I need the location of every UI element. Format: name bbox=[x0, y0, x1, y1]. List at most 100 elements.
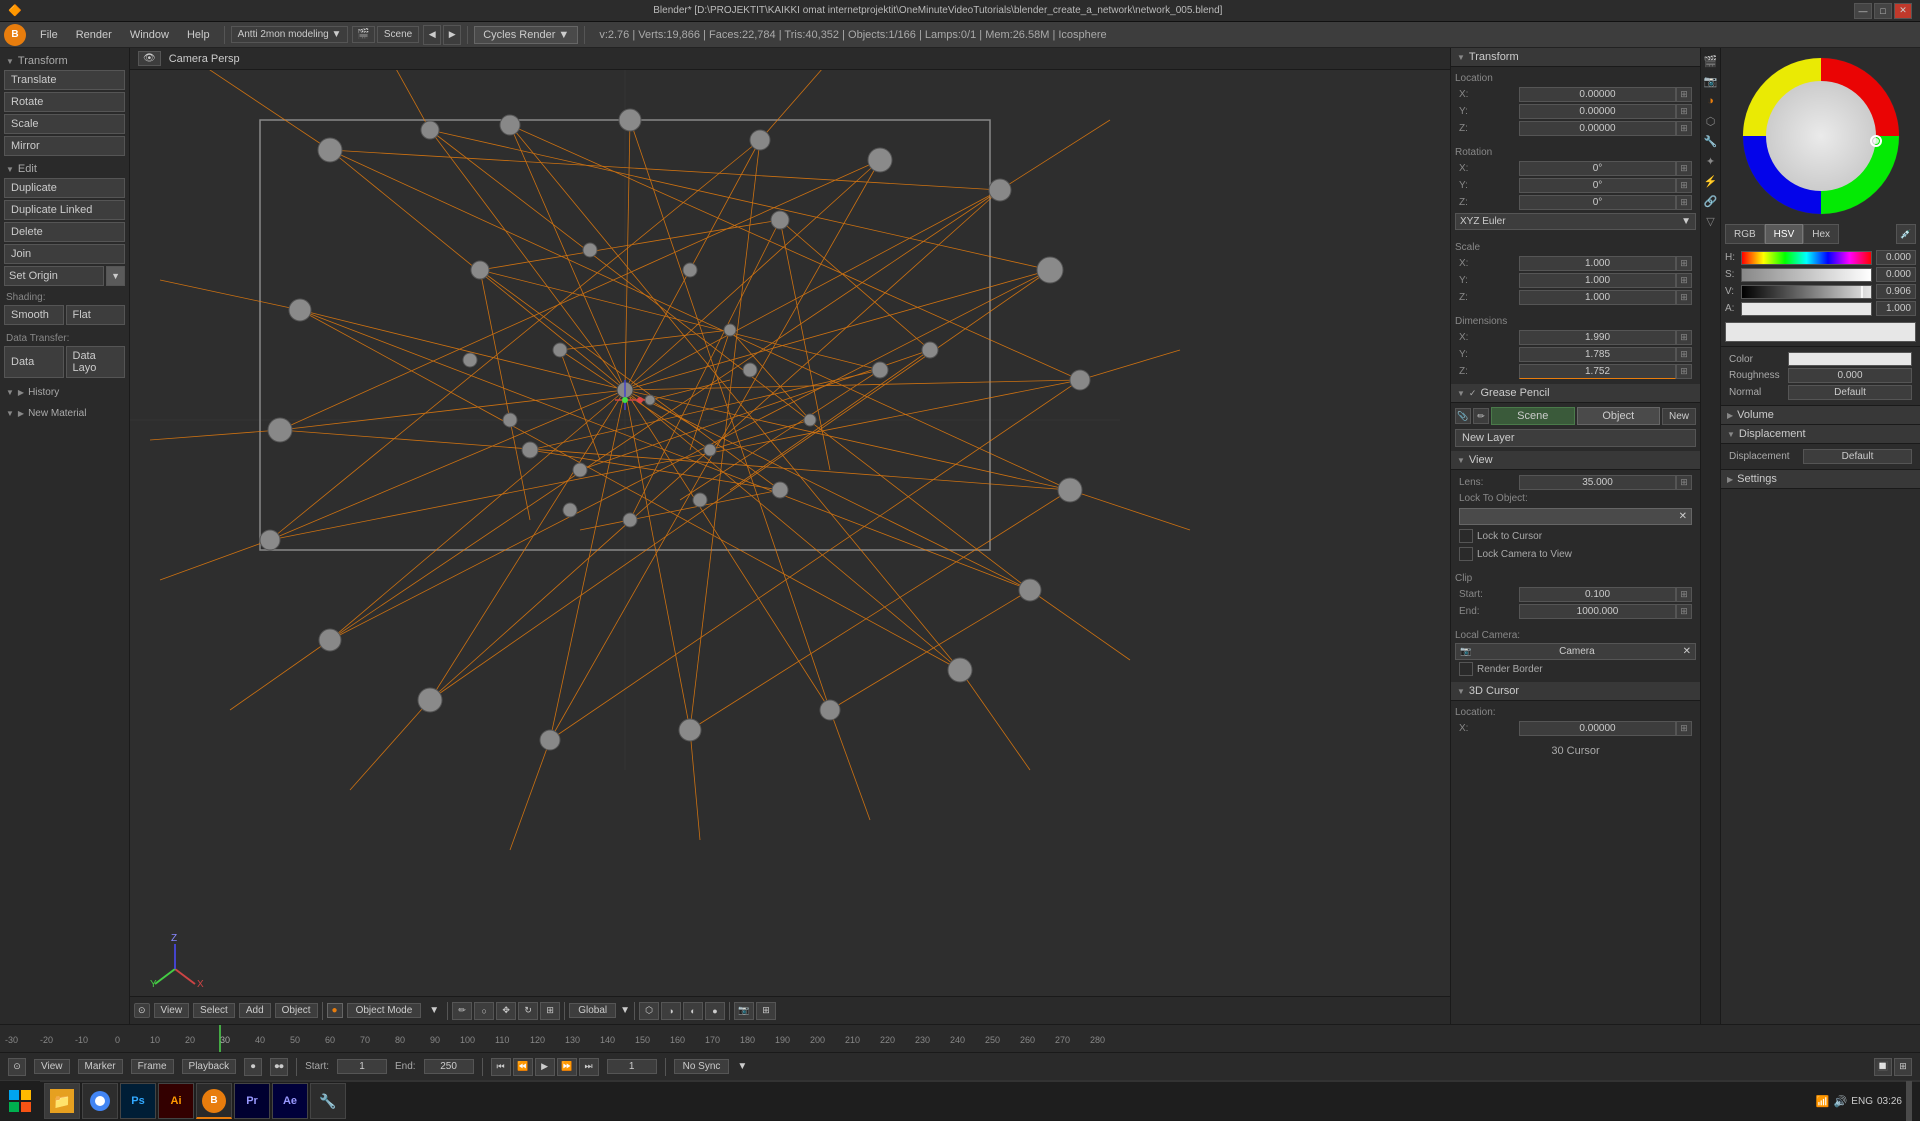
s-value[interactable]: 0.000 bbox=[1876, 267, 1916, 282]
scene-nav-left[interactable]: ◀ bbox=[423, 25, 441, 45]
h-value[interactable]: 0.000 bbox=[1876, 250, 1916, 265]
v-value[interactable]: 0.906 bbox=[1876, 284, 1916, 299]
record-btn[interactable]: ⏺ bbox=[244, 1058, 262, 1076]
gp-scene-btn[interactable]: Scene bbox=[1491, 407, 1575, 425]
scene-select[interactable]: Scene bbox=[377, 26, 419, 43]
taskbar-illustrator[interactable]: Ai bbox=[158, 1083, 194, 1119]
jump-start-btn[interactable]: ⏮ bbox=[491, 1058, 511, 1076]
render-border-label[interactable]: Render Border bbox=[1455, 660, 1696, 678]
clip-end-field[interactable]: 1000.000 bbox=[1519, 604, 1676, 619]
mirror-btn[interactable]: Mirror bbox=[4, 136, 125, 156]
object-props-icon[interactable]: ⬡ bbox=[1702, 112, 1720, 130]
cursor-3d-header[interactable]: 3D Cursor bbox=[1451, 682, 1700, 701]
euler-dropdown[interactable]: XYZ Euler ▼ bbox=[1455, 213, 1696, 230]
cursor-x-copy[interactable]: ⊞ bbox=[1676, 721, 1692, 736]
new-material-title[interactable]: ▶ New Material bbox=[4, 405, 125, 422]
draw-icon[interactable]: ✏ bbox=[452, 1002, 472, 1020]
data-layo-btn[interactable]: Data Layo bbox=[66, 346, 126, 378]
tray-lang[interactable]: ENG bbox=[1851, 1095, 1873, 1107]
object-mode-btn[interactable]: Object Mode bbox=[347, 1003, 422, 1018]
hex-tab[interactable]: Hex bbox=[1803, 224, 1839, 244]
minimize-button[interactable]: — bbox=[1854, 3, 1872, 19]
dim-z-copy[interactable]: ⊞ bbox=[1676, 364, 1692, 379]
scale-btn[interactable]: Scale bbox=[4, 114, 125, 134]
global-btn[interactable]: Global bbox=[569, 1003, 616, 1018]
particles-props-icon[interactable]: ✦ bbox=[1702, 152, 1720, 170]
v-slider[interactable] bbox=[1741, 285, 1872, 299]
a-value[interactable]: 1.000 bbox=[1876, 301, 1916, 316]
play-btn[interactable]: ▶ bbox=[535, 1058, 555, 1076]
dim-x-field[interactable]: 1.990 bbox=[1519, 330, 1676, 345]
duplicate-linked-btn[interactable]: Duplicate Linked bbox=[4, 200, 125, 220]
start-button[interactable] bbox=[0, 1081, 40, 1121]
lock-cursor-checkbox[interactable] bbox=[1459, 529, 1473, 543]
hsv-tab[interactable]: HSV bbox=[1765, 224, 1804, 244]
join-btn[interactable]: Join bbox=[4, 244, 125, 264]
h-slider[interactable] bbox=[1741, 251, 1872, 265]
menu-render[interactable]: Render bbox=[68, 27, 120, 43]
lock-cursor-label[interactable]: Lock to Cursor bbox=[1455, 527, 1696, 545]
rot-y-field[interactable]: 0° bbox=[1519, 178, 1676, 193]
lock-to-object-field[interactable]: ✕ bbox=[1459, 508, 1692, 525]
jump-end-btn[interactable]: ⏭ bbox=[579, 1058, 599, 1076]
timeline-panel-icon[interactable]: ⊙ bbox=[8, 1058, 26, 1076]
scene-nav-right[interactable]: ▶ bbox=[443, 25, 461, 45]
rot-z-field[interactable]: 0° bbox=[1519, 195, 1676, 210]
grease-pencil-header[interactable]: ✓ Grease Pencil bbox=[1451, 384, 1700, 403]
dim-y-copy[interactable]: ⊞ bbox=[1676, 347, 1692, 362]
data-props-icon[interactable]: ▽ bbox=[1702, 212, 1720, 230]
lens-field[interactable]: 35.000 bbox=[1519, 475, 1676, 490]
loc-z-field[interactable]: 0.00000 bbox=[1519, 121, 1676, 136]
select-menu-btn[interactable]: Select bbox=[193, 1003, 235, 1018]
a-slider[interactable] bbox=[1741, 302, 1872, 316]
cursor-frame-label[interactable]: 30 Cursor bbox=[1451, 741, 1700, 761]
fullscreen-icon[interactable]: ⊞ bbox=[756, 1002, 776, 1020]
color-wheel-svg[interactable] bbox=[1741, 56, 1901, 216]
rgb-tab[interactable]: RGB bbox=[1725, 224, 1765, 244]
menu-window[interactable]: Window bbox=[122, 27, 177, 43]
color-wheel-container[interactable] bbox=[1741, 56, 1901, 216]
scale-icon[interactable]: ⊞ bbox=[540, 1002, 560, 1020]
clip-end-copy[interactable]: ⊞ bbox=[1676, 604, 1692, 619]
edit-title[interactable]: Edit bbox=[4, 160, 125, 178]
start-frame-field[interactable]: 1 bbox=[337, 1059, 387, 1074]
clip-start-field[interactable]: 0.100 bbox=[1519, 587, 1676, 602]
scene-icons[interactable]: 🎬 bbox=[352, 26, 374, 43]
timeline-marker-btn[interactable]: Marker bbox=[78, 1059, 123, 1074]
object-menu-btn[interactable]: Object bbox=[275, 1003, 318, 1018]
render-props-icon[interactable]: 📷 bbox=[1702, 72, 1720, 90]
rot-y-copy[interactable]: ⊞ bbox=[1676, 178, 1692, 193]
displacement-section-header[interactable]: ▼ Displacement bbox=[1721, 425, 1920, 444]
roughness-field[interactable]: 0.000 bbox=[1788, 368, 1912, 383]
scale-z-field[interactable]: 1.000 bbox=[1519, 290, 1676, 305]
constraints-icon[interactable]: 🔗 bbox=[1702, 192, 1720, 210]
taskbar-blender[interactable]: B bbox=[196, 1083, 232, 1119]
viewport-canvas[interactable]: X Y Z (1) Icosphere ⊙ View Select Add Ob… bbox=[130, 70, 1450, 1024]
render-border-checkbox[interactable] bbox=[1459, 662, 1473, 676]
view-header[interactable]: View bbox=[1451, 451, 1700, 470]
lens-copy[interactable]: ⊞ bbox=[1676, 475, 1692, 490]
menu-help[interactable]: Help bbox=[179, 27, 218, 43]
rot-x-copy[interactable]: ⊞ bbox=[1676, 161, 1692, 176]
timeline-expand-btn[interactable]: ⊞ bbox=[1894, 1058, 1912, 1076]
dim-x-copy[interactable]: ⊞ bbox=[1676, 330, 1692, 345]
tray-icons[interactable]: 📶 🔊 bbox=[1816, 1095, 1847, 1108]
rot-x-field[interactable]: 0° bbox=[1519, 161, 1676, 176]
transform-title[interactable]: Transform bbox=[4, 52, 125, 70]
cursor-x-field[interactable]: 0.00000 bbox=[1519, 721, 1676, 736]
taskbar-file-explorer[interactable]: 📁 bbox=[44, 1083, 80, 1119]
color-prop-swatch[interactable] bbox=[1788, 352, 1912, 366]
dim-z-field[interactable]: 1.752 bbox=[1519, 364, 1676, 379]
physics-props-icon[interactable]: ⚡ bbox=[1702, 172, 1720, 190]
rotate-btn[interactable]: Rotate bbox=[4, 92, 125, 112]
rot-z-copy[interactable]: ⊞ bbox=[1676, 195, 1692, 210]
viewport-mode-icon[interactable]: 👁 bbox=[138, 51, 161, 66]
camera-clear[interactable]: ✕ bbox=[1683, 646, 1691, 657]
loc-z-copy[interactable]: ⊞ bbox=[1676, 121, 1692, 136]
solid-icon[interactable]: ◑ bbox=[661, 1002, 681, 1020]
end-frame-field[interactable]: 250 bbox=[424, 1059, 474, 1074]
timeline-frame-btn[interactable]: Frame bbox=[131, 1059, 174, 1074]
scale-y-field[interactable]: 1.000 bbox=[1519, 273, 1676, 288]
camera-field[interactable]: 📷 Camera ✕ bbox=[1455, 643, 1696, 660]
taskbar-photoshop[interactable]: Ps bbox=[120, 1083, 156, 1119]
